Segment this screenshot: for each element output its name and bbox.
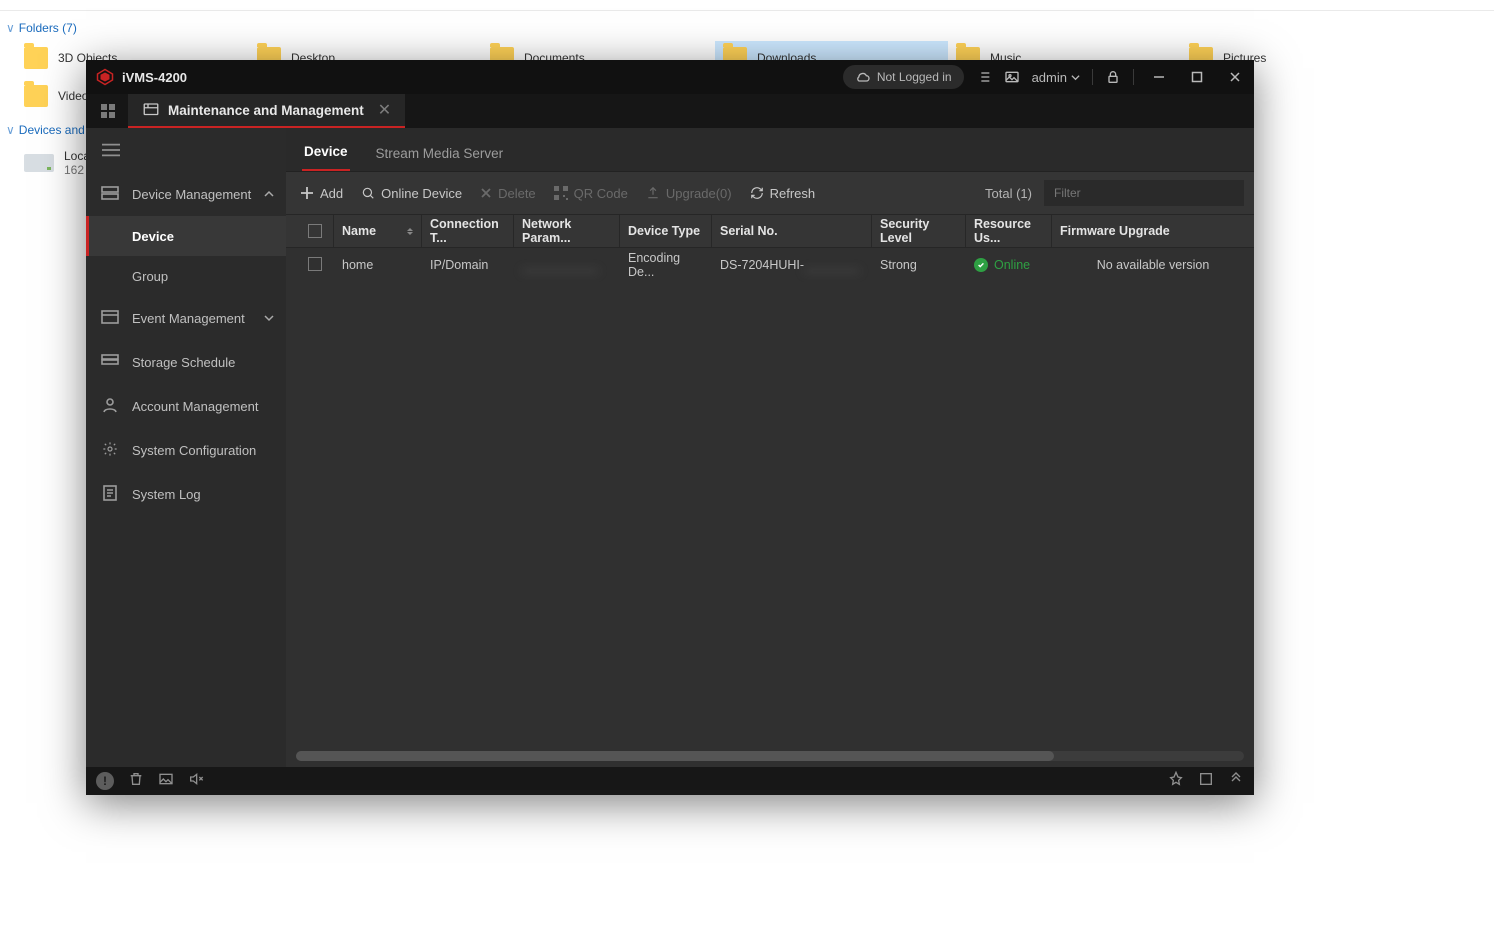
refresh-button[interactable]: Refresh [750,186,816,201]
explorer-folders-header[interactable]: ∨Folders (7) [0,11,1494,37]
delete-button[interactable]: Delete [480,186,536,201]
col-header-resource-usage[interactable]: Resource Us... [966,215,1052,247]
app-logo-icon [96,68,114,86]
cell-firmware-upgrade: No available version [1052,258,1254,272]
cell-serial-no: DS-7204HUHI-________ [712,258,872,272]
account-icon [100,397,120,416]
gear-icon [100,441,120,460]
folder-icon [24,85,48,107]
user-dropdown[interactable]: admin [1032,69,1080,85]
sidebar-item-event-management[interactable]: Event Management [86,296,286,340]
cell-device-type: Encoding De... [620,251,712,279]
image-icon[interactable] [1004,69,1020,85]
col-header-name[interactable]: Name [334,215,422,247]
row-checkbox[interactable] [308,257,322,271]
page-tab-device[interactable]: Device [302,134,350,171]
toolbar: Add Online Device Delete QR Code Upgrade… [286,172,1254,214]
collapse-up-icon[interactable] [1228,771,1244,792]
sidebar: Device Management Device Group Event Man… [86,128,286,767]
col-header-security-level[interactable]: Security Level [872,215,966,247]
online-status-icon [974,258,988,272]
sidebar-sub-group[interactable]: Group [86,256,286,296]
folder-icon [24,47,48,69]
module-tabstrip: Maintenance and Management ✕ [86,94,1254,128]
add-button[interactable]: Add [300,186,343,201]
trash-icon[interactable] [128,771,144,792]
sidebar-sub-device[interactable]: Device [86,216,286,256]
ivms-app-window: iVMS-4200 Not Logged in admin Maintenanc… [86,60,1254,795]
table-row[interactable]: home IP/Domain ___________ Encoding De..… [286,248,1254,282]
maximize-button[interactable] [1184,64,1210,90]
page-tab-stream-media-server[interactable]: Stream Media Server [374,136,506,171]
sidebar-item-storage-schedule[interactable]: Storage Schedule [86,340,286,384]
cell-security-level: Strong [872,258,966,272]
statusbar: ! [86,767,1254,795]
modules-grid-button[interactable] [94,97,122,125]
login-status-pill[interactable]: Not Logged in [843,65,964,89]
col-header-device-type[interactable]: Device Type [620,215,712,247]
titlebar: iVMS-4200 Not Logged in admin [86,60,1254,94]
col-header-serial-no[interactable]: Serial No. [712,215,872,247]
minimize-button[interactable] [1146,64,1172,90]
cell-network-param: ___________ [514,258,620,272]
close-button[interactable] [1222,64,1248,90]
chevron-up-icon [264,187,274,202]
mute-icon[interactable] [188,771,204,792]
chevron-down-icon [264,311,274,326]
sidebar-item-system-log[interactable]: System Log [86,472,286,516]
main-panel: Device Stream Media Server Add Online De… [286,128,1254,767]
sidebar-item-system-configuration[interactable]: System Configuration [86,428,286,472]
alert-icon[interactable]: ! [96,772,114,790]
total-count-label: Total (1) [985,186,1032,201]
log-icon [100,485,120,504]
module-icon [142,101,160,119]
page-tabs: Device Stream Media Server [286,128,1254,172]
online-device-button[interactable]: Online Device [361,186,462,201]
upgrade-button[interactable]: Upgrade(0) [646,186,732,201]
cell-connection-type: IP/Domain [422,258,514,272]
app-title: iVMS-4200 [122,70,187,85]
sidebar-item-account-management[interactable]: Account Management [86,384,286,428]
cell-name: home [334,258,422,272]
module-tab-maintenance[interactable]: Maintenance and Management ✕ [128,94,405,128]
select-all-checkbox[interactable] [308,224,322,238]
picture-icon[interactable] [158,771,174,792]
col-header-connection-type[interactable]: Connection T... [422,215,514,247]
restore-layout-icon[interactable] [1198,771,1214,792]
col-header-network-param[interactable]: Network Param... [514,215,620,247]
col-header-firmware-upgrade[interactable]: Firmware Upgrade [1052,215,1254,247]
storage-icon [100,354,120,371]
close-tab-icon[interactable]: ✕ [378,100,391,120]
filter-input[interactable] [1044,180,1244,206]
table-empty-area [286,282,1254,767]
cloud-icon [855,69,871,85]
table-header: Name Connection T... Network Param... De… [286,214,1254,248]
horizontal-scrollbar[interactable] [296,751,1244,761]
pin-icon[interactable] [1168,771,1184,792]
drive-icon [24,154,54,172]
cell-resource-usage: Online [966,258,1052,272]
qr-code-button[interactable]: QR Code [554,186,628,201]
sidebar-collapse-button[interactable] [86,128,286,172]
sidebar-item-device-management[interactable]: Device Management [86,172,286,216]
event-icon [100,310,120,327]
list-icon[interactable] [976,69,992,85]
device-management-icon [100,186,120,203]
lock-icon[interactable] [1105,69,1121,85]
sort-icon [407,228,413,235]
